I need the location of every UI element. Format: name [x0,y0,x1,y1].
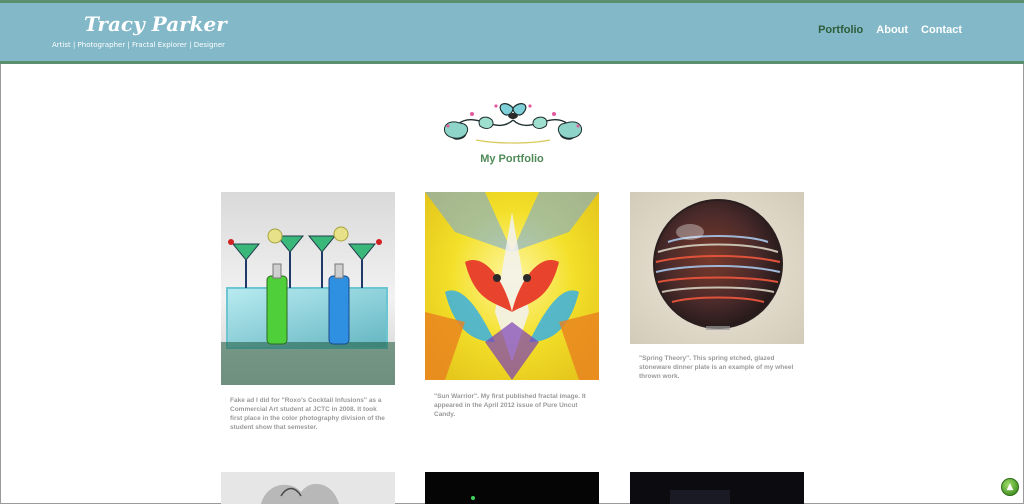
portfolio-item: "Spring Theory". This spring etched, gla… [630,192,804,442]
portfolio-item [221,472,395,504]
plate-photo[interactable] [630,192,804,344]
nav-portfolio[interactable]: Portfolio [818,24,863,36]
portfolio-item [630,472,804,504]
portfolio-thumbnail[interactable] [630,472,804,504]
main-nav: Portfolio About Contact [818,24,962,36]
portfolio-caption: "Spring Theory". This spring etched, gla… [639,355,794,380]
portfolio-caption: Fake ad I did for "Roxo's Cocktail Infus… [230,397,385,431]
site-tagline: Artist | Photographer | Fractal Explorer… [52,41,226,49]
portfolio-item: Fake ad I did for "Roxo's Cocktail Infus… [221,192,395,442]
nav-contact[interactable]: Contact [921,24,962,36]
portfolio-title: My Portfolio [480,153,544,165]
nav-about[interactable]: About [876,24,908,36]
site-header: Tracy Parker Artist | Photographer | Fra… [0,0,1024,64]
portfolio-thumbnail[interactable] [425,472,599,504]
portfolio-item: "Sun Warrior". My first published fracta… [425,192,599,442]
site-title[interactable]: Tracy Parker [84,12,227,36]
portfolio-thumbnail[interactable] [221,472,395,504]
cocktail-photo[interactable] [221,192,395,385]
scroll-to-top-button[interactable]: ▲ [1001,478,1019,496]
fractal-image[interactable] [425,192,599,380]
portfolio-caption: "Sun Warrior". My first published fracta… [434,393,586,418]
portfolio-item [425,472,599,504]
up-arrow-icon: ▲ [1006,481,1014,492]
decorative-scroll-icon [444,103,582,144]
